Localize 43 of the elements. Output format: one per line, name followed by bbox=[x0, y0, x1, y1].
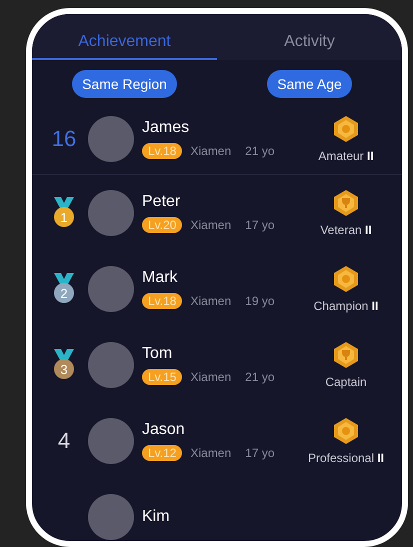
rank-title: Amateur II bbox=[318, 149, 374, 163]
age: 21 yo bbox=[245, 144, 275, 158]
level-tag: Lv.18 bbox=[142, 143, 182, 159]
avatar bbox=[88, 418, 134, 464]
hexagon-badge-icon bbox=[332, 189, 360, 217]
city: Xiamen bbox=[190, 370, 232, 384]
level-tag: Lv.18 bbox=[142, 293, 182, 309]
player-name: Tom bbox=[142, 345, 174, 363]
tab[interactable]: Achievement bbox=[32, 14, 217, 60]
player-name: James bbox=[142, 119, 190, 137]
hexagon-badge-icon bbox=[332, 265, 360, 293]
filter-button[interactable]: Same Age bbox=[267, 70, 352, 98]
age: 17 yo bbox=[245, 446, 275, 460]
avatar bbox=[88, 494, 134, 540]
player-name: Mark bbox=[142, 269, 179, 287]
level-tag: Lv.20 bbox=[142, 217, 182, 233]
player-name: Kim bbox=[142, 508, 171, 526]
avatar bbox=[88, 342, 134, 388]
age: 21 yo bbox=[245, 370, 275, 384]
city: Xiamen bbox=[190, 446, 232, 460]
tab[interactable]: Activity bbox=[217, 14, 402, 60]
city: Xiamen bbox=[190, 294, 232, 308]
avatar bbox=[88, 266, 134, 312]
rank-number: 4 bbox=[58, 428, 70, 454]
avatar bbox=[88, 116, 134, 162]
rank-number: 16 bbox=[52, 126, 76, 152]
rank-title: Captain bbox=[325, 375, 367, 389]
level-tag: Lv.15 bbox=[142, 369, 182, 385]
rank-title: Veteran II bbox=[320, 223, 372, 237]
age: 19 yo bbox=[245, 294, 275, 308]
rank-title: Champion II bbox=[314, 299, 378, 313]
level-tag: Lv.12 bbox=[142, 445, 182, 461]
age: 17 yo bbox=[245, 218, 275, 232]
hexagon-badge-icon bbox=[332, 417, 360, 445]
hexagon-badge-icon bbox=[332, 115, 360, 143]
avatar bbox=[88, 190, 134, 236]
player-name: Jason bbox=[142, 421, 186, 439]
rank-title: Professional II bbox=[308, 451, 384, 465]
city: Xiamen bbox=[190, 218, 232, 232]
filter-button[interactable]: Same Region bbox=[72, 70, 177, 98]
player-name: Peter bbox=[142, 193, 182, 211]
city: Xiamen bbox=[190, 144, 232, 158]
hexagon-badge-icon bbox=[332, 341, 360, 369]
